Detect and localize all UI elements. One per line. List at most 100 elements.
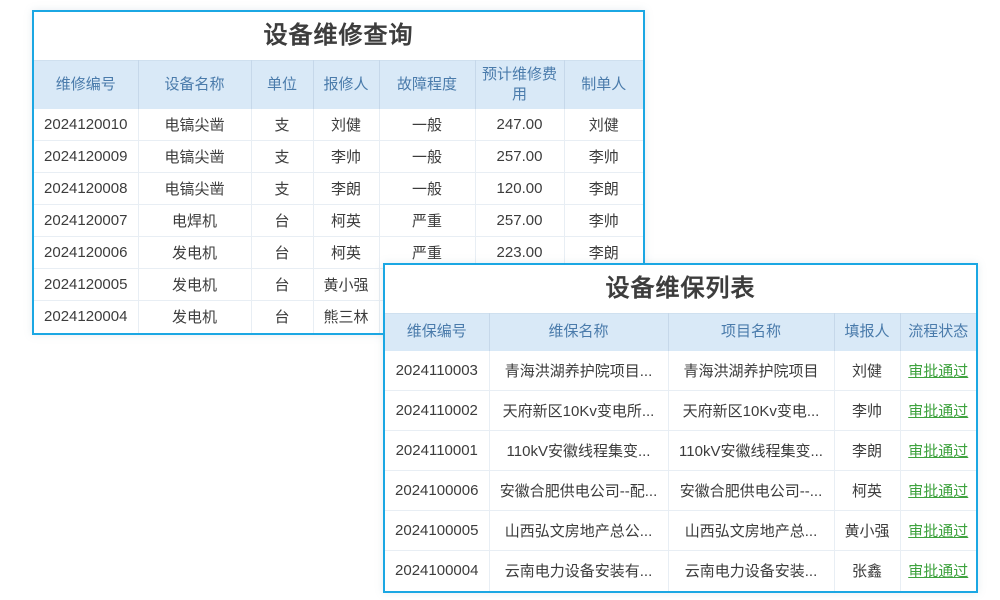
creator-cell: 刘健 [564, 109, 643, 141]
project-name-cell: 110kV安徽线程集变... [668, 431, 834, 471]
project-name-cell: 山西弘文房地产总... [668, 511, 834, 551]
table-row: 2024120007电焊机台柯英严重257.00李帅 [34, 205, 643, 237]
reporter-cell: 李帅 [313, 141, 379, 173]
maintenance-id-cell: 2024110001 [385, 431, 489, 471]
status-link[interactable]: 审批通过 [908, 483, 968, 500]
repair-id-cell: 2024120010 [34, 109, 138, 141]
reporter-cell: 熊三林 [313, 301, 379, 333]
header-row: 维修编号设备名称单位报修人故障程度预计维修费用制单人 [34, 61, 643, 109]
table-row: 2024120009电镐尖凿支李帅一般257.00李帅 [34, 141, 643, 173]
equipment-name-cell: 电镐尖凿 [138, 109, 251, 141]
repair-id-cell: 2024120004 [34, 301, 138, 333]
cost-cell: 257.00 [475, 141, 564, 173]
severity-cell: 一般 [379, 173, 475, 205]
reporter-cell: 黄小强 [313, 269, 379, 301]
maintenance-id-cell: 2024100004 [385, 551, 489, 591]
equipment-name-cell: 发电机 [138, 269, 251, 301]
equipment-name-cell: 电焊机 [138, 205, 251, 237]
project-name-cell: 青海洪湖养护院项目 [668, 351, 834, 391]
status-link[interactable]: 审批通过 [908, 443, 968, 460]
project-name-cell: 天府新区10Kv变电... [668, 391, 834, 431]
filler-cell: 李帅 [834, 391, 900, 431]
column-header-4: 故障程度 [379, 61, 475, 109]
status-link[interactable]: 审批通过 [908, 563, 968, 580]
column-header-3: 报修人 [313, 61, 379, 109]
table-row: 2024100006安徽合肥供电公司--配...安徽合肥供电公司--...柯英审… [385, 471, 976, 511]
equipment-name-cell: 电镐尖凿 [138, 173, 251, 205]
equipment-name-cell: 电镐尖凿 [138, 141, 251, 173]
status-link[interactable]: 审批通过 [908, 523, 968, 540]
maintenance-name-cell: 山西弘文房地产总公... [489, 511, 668, 551]
project-name-cell: 安徽合肥供电公司--... [668, 471, 834, 511]
severity-cell: 一般 [379, 109, 475, 141]
column-header-1: 维保名称 [489, 314, 668, 351]
filler-cell: 柯英 [834, 471, 900, 511]
maintenance-name-cell: 青海洪湖养护院项目... [489, 351, 668, 391]
table-row: 2024100004云南电力设备安装有...云南电力设备安装...张鑫审批通过 [385, 551, 976, 591]
severity-cell: 严重 [379, 205, 475, 237]
severity-cell: 一般 [379, 141, 475, 173]
creator-cell: 李帅 [564, 141, 643, 173]
status-cell: 审批通过 [900, 511, 976, 551]
unit-cell: 台 [251, 269, 313, 301]
table-row: 2024110003青海洪湖养护院项目...青海洪湖养护院项目刘健审批通过 [385, 351, 976, 391]
maintenance-id-cell: 2024110002 [385, 391, 489, 431]
repair-id-cell: 2024120008 [34, 173, 138, 205]
filler-cell: 李朗 [834, 431, 900, 471]
column-header-0: 维保编号 [385, 314, 489, 351]
table-row: 2024110001110kV安徽线程集变...110kV安徽线程集变...李朗… [385, 431, 976, 471]
creator-cell: 李朗 [564, 173, 643, 205]
cost-cell: 120.00 [475, 173, 564, 205]
repair-id-cell: 2024120005 [34, 269, 138, 301]
unit-cell: 支 [251, 173, 313, 205]
creator-cell: 李帅 [564, 205, 643, 237]
maintenance-name-cell: 110kV安徽线程集变... [489, 431, 668, 471]
status-cell: 审批通过 [900, 431, 976, 471]
project-name-cell: 云南电力设备安装... [668, 551, 834, 591]
status-cell: 审批通过 [900, 471, 976, 511]
maintenance-table: 维保编号维保名称项目名称填报人流程状态2024110003青海洪湖养护院项目..… [385, 313, 976, 591]
status-cell: 审批通过 [900, 551, 976, 591]
reporter-cell: 柯英 [313, 205, 379, 237]
reporter-cell: 刘健 [313, 109, 379, 141]
table-row: 2024120010电镐尖凿支刘健一般247.00刘健 [34, 109, 643, 141]
status-link[interactable]: 审批通过 [908, 403, 968, 420]
maintenance-id-cell: 2024100005 [385, 511, 489, 551]
reporter-cell: 李朗 [313, 173, 379, 205]
status-cell: 审批通过 [900, 351, 976, 391]
cost-cell: 257.00 [475, 205, 564, 237]
repair-panel-title: 设备维修查询 [34, 12, 643, 60]
unit-cell: 台 [251, 237, 313, 269]
maintenance-panel-title: 设备维保列表 [385, 265, 976, 313]
header-row: 维保编号维保名称项目名称填报人流程状态 [385, 314, 976, 351]
maintenance-name-cell: 天府新区10Kv变电所... [489, 391, 668, 431]
column-header-0: 维修编号 [34, 61, 138, 109]
unit-cell: 支 [251, 141, 313, 173]
maintenance-name-cell: 安徽合肥供电公司--配... [489, 471, 668, 511]
maintenance-id-cell: 2024110003 [385, 351, 489, 391]
maintenance-list-panel: 设备维保列表 维保编号维保名称项目名称填报人流程状态2024110003青海洪湖… [383, 263, 978, 593]
table-row: 2024110002天府新区10Kv变电所...天府新区10Kv变电...李帅审… [385, 391, 976, 431]
equipment-name-cell: 发电机 [138, 301, 251, 333]
page-background: 设备维修查询 维修编号设备名称单位报修人故障程度预计维修费用制单人2024120… [0, 0, 1000, 600]
table-row: 2024100005山西弘文房地产总公...山西弘文房地产总...黄小强审批通过 [385, 511, 976, 551]
repair-id-cell: 2024120009 [34, 141, 138, 173]
unit-cell: 支 [251, 109, 313, 141]
filler-cell: 张鑫 [834, 551, 900, 591]
status-link[interactable]: 审批通过 [908, 363, 968, 380]
cost-cell: 247.00 [475, 109, 564, 141]
column-header-2: 项目名称 [668, 314, 834, 351]
unit-cell: 台 [251, 301, 313, 333]
column-header-4: 流程状态 [900, 314, 976, 351]
filler-cell: 刘健 [834, 351, 900, 391]
maintenance-name-cell: 云南电力设备安装有... [489, 551, 668, 591]
column-header-6: 制单人 [564, 61, 643, 109]
repair-id-cell: 2024120007 [34, 205, 138, 237]
table-row: 2024120008电镐尖凿支李朗一般120.00李朗 [34, 173, 643, 205]
filler-cell: 黄小强 [834, 511, 900, 551]
repair-id-cell: 2024120006 [34, 237, 138, 269]
column-header-2: 单位 [251, 61, 313, 109]
unit-cell: 台 [251, 205, 313, 237]
column-header-3: 填报人 [834, 314, 900, 351]
column-header-1: 设备名称 [138, 61, 251, 109]
